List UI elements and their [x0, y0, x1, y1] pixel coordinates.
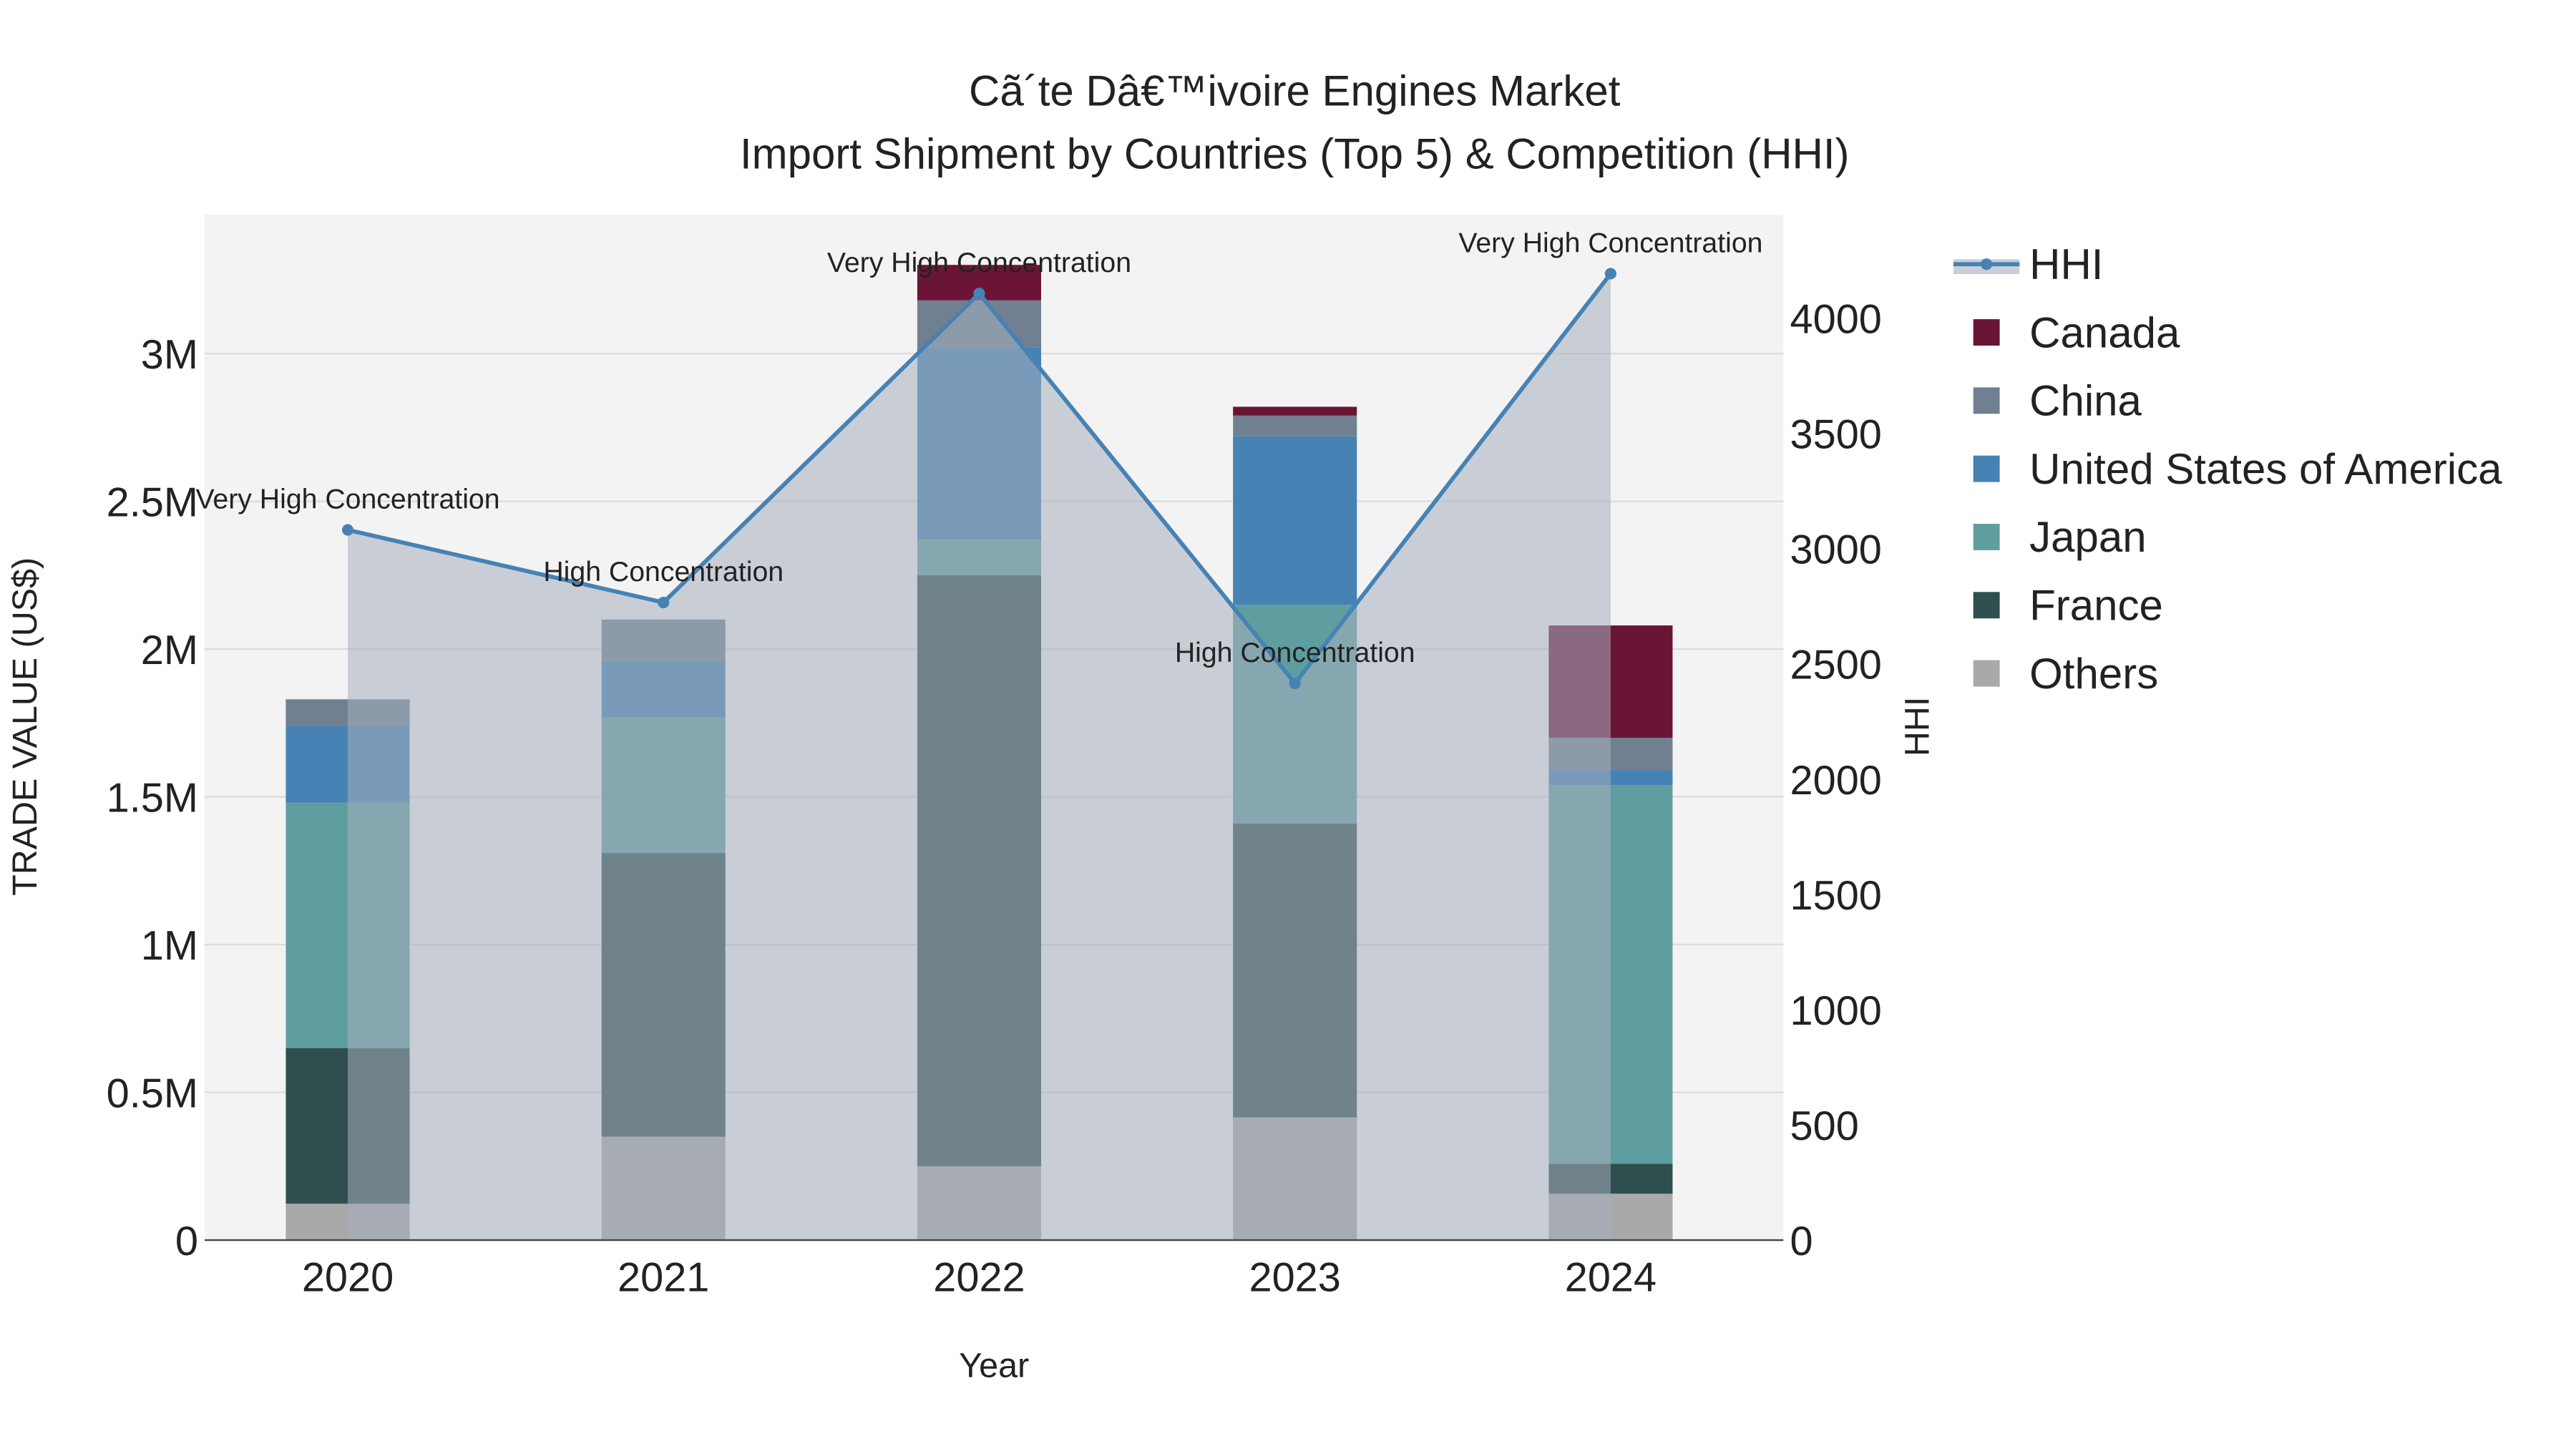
hhi-point	[973, 288, 985, 300]
legend-label: China	[2029, 377, 2142, 425]
x-tick-label: 2021	[618, 1255, 709, 1301]
y-tick-label: 2.5M	[107, 479, 198, 525]
y-tick-label: 3M	[141, 332, 198, 378]
hhi-annotation: High Concentration	[1175, 637, 1415, 668]
x-tick-label: 2024	[1565, 1255, 1657, 1301]
bar-canada	[1233, 406, 1357, 416]
x-tick-label: 2022	[933, 1255, 1025, 1301]
legend: HHI Canada China United States of America Ja…	[1953, 240, 2502, 698]
y2-axis-label: HHI	[1898, 697, 1936, 756]
legend-swatch	[1973, 592, 2000, 619]
y2-tick-label: 0	[1790, 1219, 1813, 1264]
legend-swatch	[1973, 387, 2000, 414]
y-axis-ticks: 0 0.5M 1M 1.5M 2M 2.5M 3M	[107, 332, 198, 1264]
y2-axis-ticks: 0 500 1000 1500 2000 2500 3000 3500 4000	[1790, 297, 1882, 1264]
bar-china	[1233, 415, 1357, 436]
chart-subtitle: Import Shipment by Countries (Top 5) & C…	[740, 130, 1850, 177]
x-axis-ticks: 2020 2021 2022 2023 2024	[302, 1255, 1657, 1301]
x-tick-label: 2020	[302, 1255, 394, 1301]
chart: Very High Concentration High Concentratio…	[6, 67, 2502, 1385]
legend-swatch	[1973, 660, 2000, 687]
y2-tick-label: 1000	[1790, 988, 1882, 1034]
legend-label: France	[2029, 582, 2163, 630]
y-tick-label: 1.5M	[107, 775, 198, 821]
legend-label: United States of America	[2029, 445, 2502, 493]
y-tick-label: 0.5M	[107, 1070, 198, 1116]
x-axis-label: Year	[959, 1347, 1029, 1385]
legend-swatch	[1973, 319, 2000, 346]
y2-tick-label: 500	[1790, 1103, 1859, 1149]
y2-tick-label: 3000	[1790, 527, 1882, 573]
y-tick-label: 1M	[141, 923, 198, 969]
hhi-annotation: Very High Concentration	[1458, 227, 1762, 258]
hhi-annotation: Very High Concentration	[195, 484, 499, 515]
x-tick-label: 2023	[1249, 1255, 1341, 1301]
chart-title: Cã´te Dâ€™ivoire Engines Market	[969, 67, 1621, 115]
legend-label: Canada	[2029, 308, 2180, 356]
hhi-annotation: High Concentration	[543, 556, 784, 587]
y2-tick-label: 2500	[1790, 643, 1882, 688]
hhi-point	[341, 524, 354, 536]
hhi-point	[1604, 268, 1616, 280]
y-axis-label: TRADE VALUE (US$)	[6, 557, 44, 896]
hhi-point	[1289, 677, 1301, 690]
legend-hhi-marker	[1981, 258, 1993, 270]
hhi-point	[658, 596, 670, 609]
y-tick-label: 0	[175, 1219, 198, 1264]
legend-swatch	[1973, 524, 2000, 550]
y2-tick-label: 1500	[1790, 873, 1882, 919]
y2-tick-label: 3500	[1790, 412, 1882, 458]
legend-label: Others	[2029, 650, 2158, 698]
y-tick-label: 2M	[141, 628, 198, 673]
legend-label: HHI	[2029, 240, 2103, 288]
legend-label: Japan	[2029, 513, 2146, 561]
y2-tick-label: 2000	[1790, 758, 1882, 804]
hhi-annotation: Very High Concentration	[827, 247, 1131, 278]
legend-swatch	[1973, 455, 2000, 482]
y2-tick-label: 4000	[1790, 297, 1882, 343]
bar-united-states-of-america	[1233, 436, 1357, 605]
